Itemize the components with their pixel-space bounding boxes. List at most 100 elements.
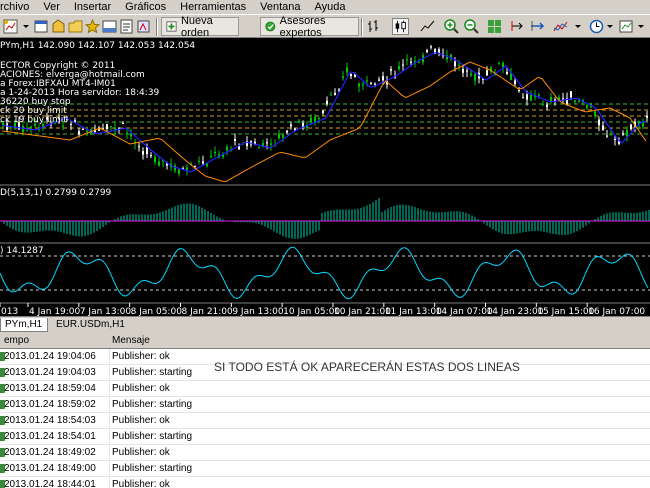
menu-ayuda[interactable]: Ayuda <box>308 0 353 14</box>
candle-body <box>130 133 132 137</box>
candle-body <box>366 80 368 82</box>
log-message: Publisher: starting <box>112 463 193 474</box>
chart-window[interactable]: 013 4 Jan 19:00 7 Jan 13:00 8 Jan 05:00 8 Ja… <box>0 38 650 316</box>
templates-dropdown-icon[interactable] <box>635 18 650 35</box>
tab-eurusd[interactable]: EUR.USDm,H1 <box>52 318 125 332</box>
time-axis-label: 8 Jan 21:00 <box>182 307 234 316</box>
menu-herramientas[interactable]: Herramientas <box>173 0 253 14</box>
candle-body <box>146 146 148 155</box>
candle-body <box>278 133 280 139</box>
time-axis-label: 14 Jan 07:00 <box>436 307 493 316</box>
menu-insertar[interactable]: Insertar <box>67 0 118 14</box>
indicators-icon[interactable] <box>552 18 569 35</box>
candle-body <box>570 91 572 98</box>
log-time: 2013.01.24 18:54:03 <box>4 415 96 426</box>
log-message: Publisher: starting <box>112 431 193 442</box>
chart-order-line: ck 19 buy limit <box>0 115 67 125</box>
candle-body <box>370 82 372 84</box>
candle-body <box>406 59 408 61</box>
candle-body <box>522 97 524 99</box>
market-watch-icon[interactable] <box>50 18 67 35</box>
chart-tabs: PYm,H1 EUR.USDm,H1 <box>0 316 650 333</box>
candle-body <box>378 79 380 81</box>
time-axis-label: 8 Jan 05:00 <box>131 307 183 316</box>
candlestick-icon[interactable] <box>392 18 409 35</box>
candle-body <box>214 151 216 154</box>
stochastic-line <box>0 246 649 300</box>
candle-body <box>626 129 628 137</box>
autoscroll-icon[interactable] <box>529 18 546 35</box>
menu-archivo[interactable]: rchivo <box>0 0 36 14</box>
candle-body <box>470 73 472 76</box>
candle-body <box>30 126 32 129</box>
candle-body <box>402 64 404 66</box>
candle-body <box>358 83 360 87</box>
candle-body <box>82 129 84 131</box>
new-chart-icon[interactable] <box>2 18 19 35</box>
oscillator1-label: D(5,13,1) 0.2799 0.2799 <box>0 188 112 198</box>
toolbar-separator <box>361 18 363 36</box>
tab-usdjpy[interactable]: PYm,H1 <box>0 318 48 332</box>
navigator-icon[interactable] <box>84 18 101 35</box>
candle-body <box>562 98 564 100</box>
log-row[interactable]: 2013.01.24 18:59:02 Publisher: starting <box>0 397 650 413</box>
candle-body <box>258 146 260 149</box>
time-axis-label: 7 Jan 13:00 <box>80 307 132 316</box>
column-time-header[interactable]: empo <box>4 333 29 348</box>
new-order-button[interactable]: Nueva orden <box>161 14 239 39</box>
candle-body <box>362 84 364 86</box>
candle-body <box>322 110 324 114</box>
candle-body <box>282 134 284 138</box>
zoom-in-icon[interactable] <box>443 18 460 35</box>
log-message: Publisher: starting <box>112 399 193 410</box>
candle-body <box>330 94 332 96</box>
column-message-header[interactable]: Mensaje <box>112 333 150 348</box>
bar-chart-icon[interactable] <box>366 18 383 35</box>
candle-body <box>310 118 312 123</box>
templates-icon[interactable] <box>618 18 635 35</box>
log-header: empo Mensaje <box>0 333 650 349</box>
experts-log: empo Mensaje 2013.01.24 19:04:06 Publishe… <box>0 333 650 488</box>
strategy-tester-icon[interactable] <box>118 18 135 35</box>
candle-body <box>630 124 632 130</box>
terminal-icon[interactable] <box>101 18 118 35</box>
log-row[interactable]: 2013.01.24 18:54:01 Publisher: starting <box>0 429 650 445</box>
new-order-icon <box>166 21 177 32</box>
log-row[interactable]: 2013.01.24 18:54:03 Publisher: ok <box>0 413 650 429</box>
line-chart-icon[interactable] <box>419 18 436 35</box>
time-axis-label: 4 Jan 19:00 <box>29 307 81 316</box>
candle-body <box>514 80 516 85</box>
candle-body <box>78 131 80 135</box>
log-message: Publisher: ok <box>112 447 170 458</box>
chart-shift-icon[interactable] <box>509 18 526 35</box>
expert-advisors-button[interactable]: Asesores expertos <box>260 15 359 39</box>
data-window-icon[interactable] <box>67 18 84 35</box>
log-row[interactable]: 2013.01.24 18:49:02 Publisher: ok <box>0 445 650 461</box>
candle-body <box>498 62 500 64</box>
candle-body <box>602 125 604 131</box>
log-time: 2013.01.24 19:04:06 <box>4 351 96 362</box>
log-row[interactable]: 2013.01.24 18:49:00 Publisher: starting <box>0 461 650 477</box>
profiles-icon[interactable] <box>33 18 50 35</box>
candle-body <box>390 69 392 71</box>
menu-graficos[interactable]: Gráficos <box>118 0 173 14</box>
candle-body <box>198 160 200 162</box>
menu-ver[interactable]: Ver <box>36 0 67 14</box>
candle-body <box>86 130 88 132</box>
candle-body <box>598 119 600 126</box>
time-axis-label: 14 Jan 23:00 <box>487 307 544 316</box>
new-order-label: Nueva orden <box>180 14 213 39</box>
periods-icon[interactable] <box>588 18 605 35</box>
indicators-dropdown-icon[interactable] <box>572 18 589 35</box>
log-time: 2013.01.24 18:49:00 <box>4 463 96 474</box>
candle-body <box>266 142 268 144</box>
tile-windows-icon[interactable] <box>486 18 503 35</box>
log-row[interactable]: 2013.01.24 18:59:04 Publisher: ok <box>0 381 650 397</box>
time-axis-label: 15 Jan 15:00 <box>537 307 594 316</box>
zoom-out-icon[interactable] <box>463 18 480 35</box>
menu-ventana[interactable]: Ventana <box>253 0 307 14</box>
candle-body <box>418 62 420 64</box>
log-row[interactable]: 2013.01.24 18:44:01 Publisher: ok <box>0 477 650 488</box>
candle-body <box>454 61 456 67</box>
history-center-icon[interactable] <box>135 18 152 35</box>
